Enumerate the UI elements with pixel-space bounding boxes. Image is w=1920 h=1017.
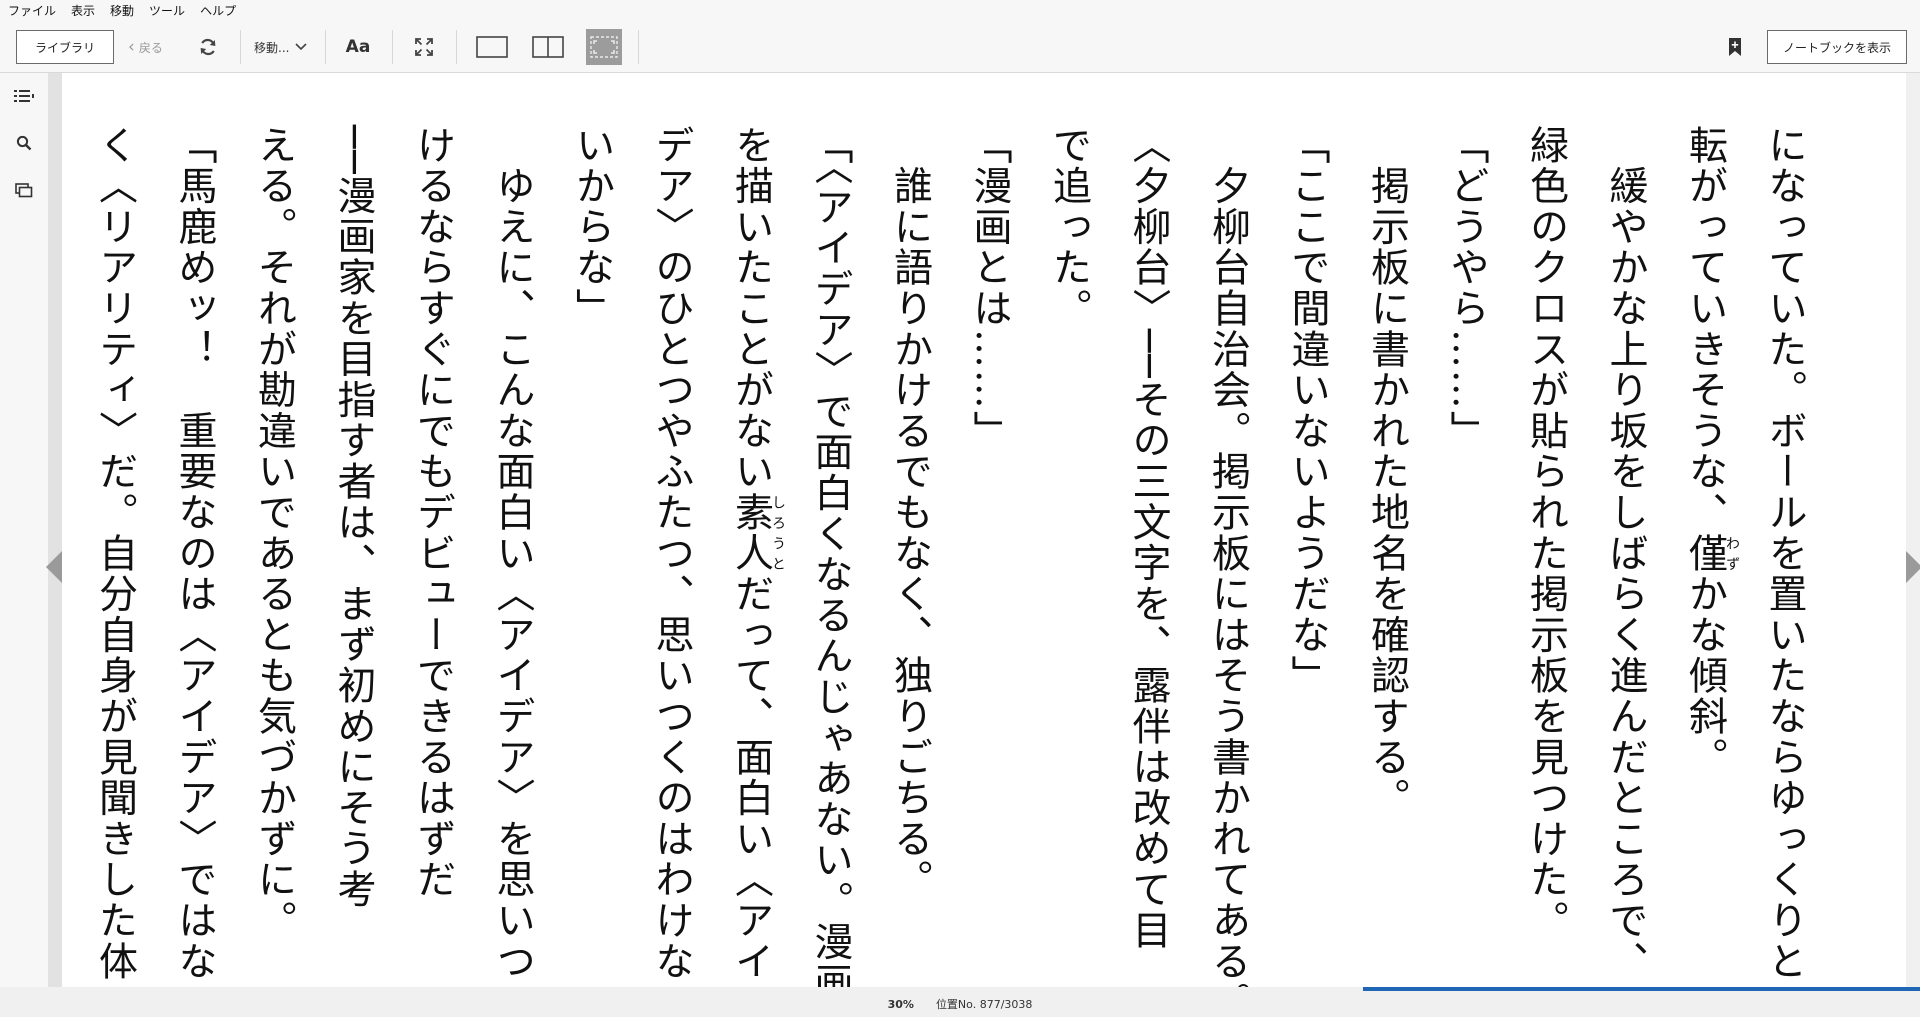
toc-button[interactable] (12, 85, 36, 107)
toolbar-divider (456, 30, 457, 64)
text-line: 「ここで間違いないようだな」 (1285, 125, 1330, 697)
text-line: 「どうやら……」 (1444, 125, 1489, 452)
text-line: 転がっていきそうな、僅わずかな傾斜。 (1682, 125, 1741, 778)
chevron-down-icon (295, 43, 308, 51)
text-line: デア〉のひとつやふたつ、思いつくのはわけな (649, 125, 694, 982)
fullscreen-button[interactable] (410, 30, 438, 64)
page-gutter (48, 73, 62, 991)
two-page-icon (532, 36, 564, 58)
text-line: える。それが勘違いであるとも気づかずに。 (251, 125, 297, 941)
menu-tools[interactable]: ツール (141, 0, 192, 22)
single-page-icon (476, 36, 508, 58)
page-text: になっていた。ボールを置いたならゆっくりと 転がっていきそうな、僅わずかな傾斜。 … (75, 125, 1824, 987)
goto-dropdown[interactable]: 移動... (254, 30, 308, 64)
ruby-annotation: 僅わず (1682, 533, 1741, 574)
single-page-button[interactable] (474, 30, 510, 64)
text-line: 〈夕柳台〉──その三文字を、露伴は改めて目 (1126, 125, 1171, 951)
toolbar-divider (392, 30, 393, 64)
text-line: になっていた。ボールを置いたならゆっくりと (1762, 125, 1807, 982)
text-line: く〈リアリティ〉だ。自分自身が見聞きした体 (92, 125, 138, 982)
toc-icon (14, 90, 34, 102)
text-line: けるならすぐにでもデビューできるはずだ (410, 125, 456, 901)
toolbar-divider (240, 30, 241, 64)
menu-bar: ファイル 表示 移動 ツール ヘルプ (0, 0, 1920, 22)
text-line: 誰に語りかけるでもなく、独りごちる。 (887, 125, 933, 901)
previous-page-arrow-icon[interactable] (46, 551, 62, 583)
text-line: 掲示板に書かれた地名を確認する。 (1364, 125, 1410, 819)
sync-icon (200, 38, 216, 56)
next-page-arrow-icon[interactable] (1906, 551, 1920, 583)
back-button[interactable]: ‹ 戻る (128, 30, 163, 64)
sync-button[interactable] (194, 30, 222, 64)
fit-page-icon (590, 36, 618, 58)
menu-help[interactable]: ヘルプ (192, 0, 243, 22)
show-notebook-button[interactable]: ノートブックを表示 (1767, 30, 1907, 64)
flashcards-button[interactable] (12, 179, 36, 201)
fit-page-button[interactable] (586, 29, 622, 65)
text-line: 緑色のクロスが貼られた掲示板を見つけた。 (1523, 125, 1569, 941)
text-line: 「〈アイデア〉で面白くなるんじゃあない。漫画 (808, 125, 853, 987)
location-readout: 位置No. 877/3038 (935, 998, 1033, 1011)
fullscreen-icon (415, 38, 433, 56)
text-line: ゆえに、こんな面白い〈アイデア〉を思いつ (490, 125, 535, 982)
add-bookmark-button[interactable] (1720, 30, 1750, 64)
text-line: を描いたことがない素人しろうとだって、面白い〈アイ (728, 125, 787, 982)
progress-percent: 30% (887, 997, 914, 1011)
font-settings-button[interactable]: Aa (344, 30, 372, 64)
toolbar-divider (325, 30, 326, 64)
menu-view[interactable]: 表示 (63, 0, 102, 22)
toolbar: ライブラリ ‹ 戻る 移動... Aa ノートブックを表示 (0, 22, 1920, 73)
text-line: で追った。 (1046, 125, 1092, 329)
two-page-button[interactable] (530, 30, 566, 64)
search-icon (16, 135, 32, 151)
text-line: 緩やかな上り坂をしばらく進んだところで、 (1603, 125, 1648, 982)
status-bar: 30% 位置No. 877/3038 (0, 991, 1920, 1017)
bookmark-add-icon (1729, 38, 1741, 56)
text-line: 「漫画とは……」 (967, 125, 1012, 452)
text-line: 「馬鹿めッ！ 重要なのは〈アイデア〉ではな (172, 125, 217, 982)
menu-file[interactable]: ファイル (0, 0, 63, 22)
page-gutter (1906, 73, 1920, 991)
back-label: 戻る (138, 40, 163, 55)
chevron-left-icon: ‹ (128, 37, 135, 57)
text-line: ──漫画家を目指す者は、まず初めにそう考 (331, 125, 376, 910)
menu-go[interactable]: 移動 (102, 0, 141, 22)
goto-label: 移動... (254, 40, 290, 55)
toolbar-divider (638, 30, 639, 64)
text-line: いからな」 (569, 125, 615, 329)
text-line: 夕柳台自治会。掲示板にはそう書かれてある。 (1205, 125, 1251, 987)
book-page[interactable]: になっていた。ボールを置いたならゆっくりと 転がっていきそうな、僅わずかな傾斜。 … (62, 73, 1906, 987)
left-sidebar (0, 73, 48, 991)
cards-icon (15, 183, 33, 198)
search-button[interactable] (12, 132, 36, 154)
ruby-annotation: 素人しろうと (728, 492, 787, 574)
library-button[interactable]: ライブラリ (16, 30, 114, 64)
